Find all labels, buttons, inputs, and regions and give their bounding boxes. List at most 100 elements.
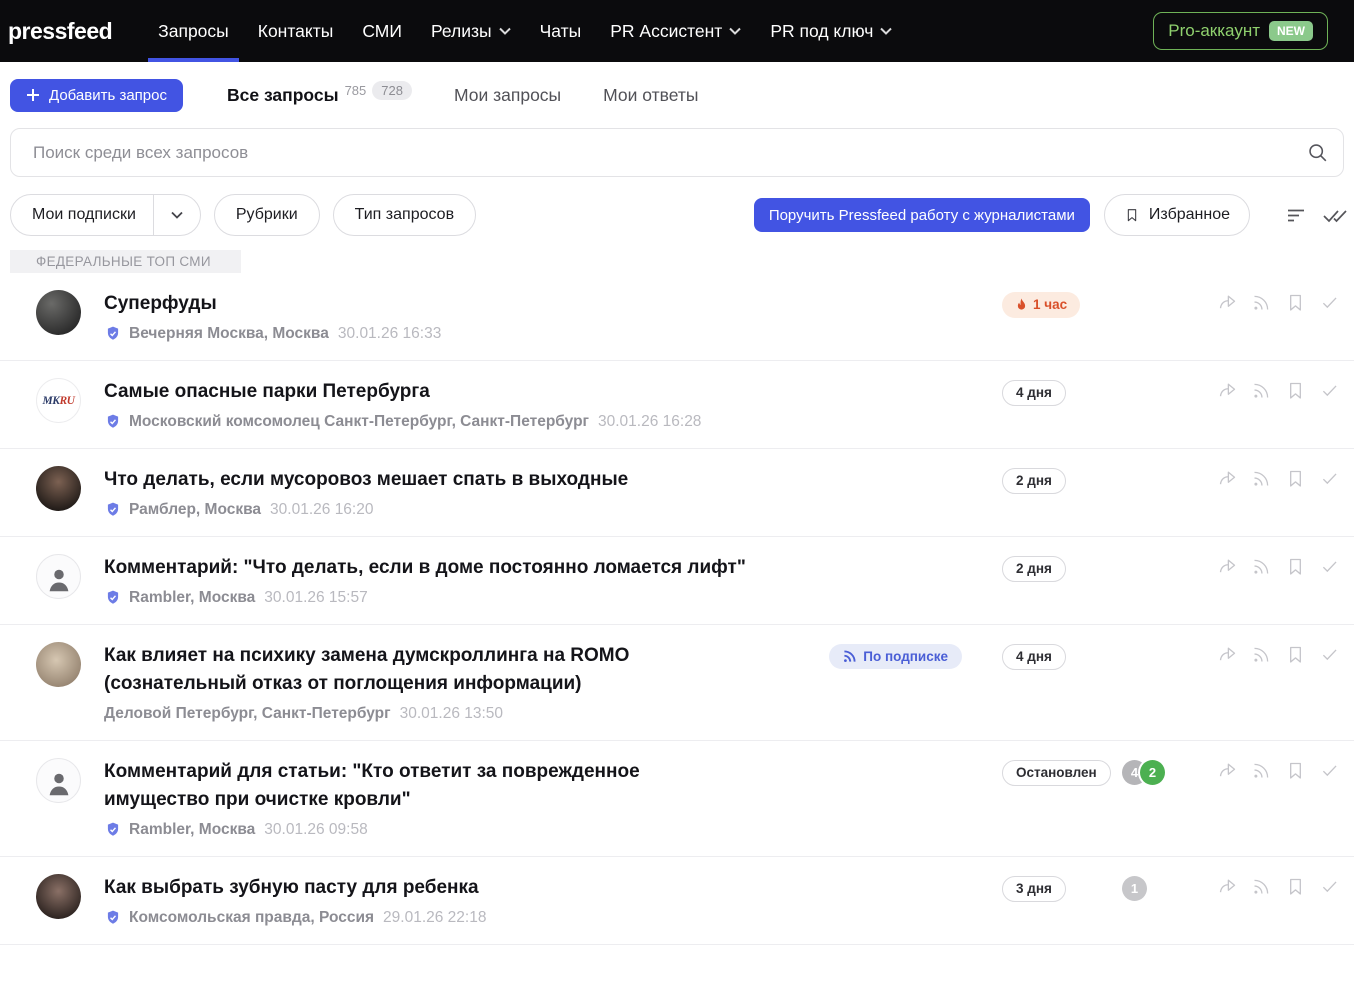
pressfeed-logo[interactable]: pressfeed [8,18,112,45]
request-row[interactable]: Как выбрать зубную пасту для ребенка Ком… [0,857,1354,945]
row-actions [1206,556,1340,577]
check-icon[interactable] [1319,644,1340,665]
request-title[interactable]: Что делать, если мусоровоз мешает спать … [104,466,1002,494]
add-request-button[interactable]: Добавить запрос [10,79,183,112]
request-title[interactable]: Комментарий для статьи: "Кто ответит за … [104,758,1002,814]
rss-subscribe-icon[interactable] [1251,292,1272,313]
row-actions [1206,468,1340,489]
check-icon[interactable] [1319,380,1340,401]
answers-counter: 1 [1122,876,1147,901]
top-nav: pressfeed Запросы Контакты СМИ Релизы Ча… [0,0,1354,62]
request-source: Рамблер, Москва [129,501,261,519]
favorites-button[interactable]: Избранное [1104,194,1250,236]
pro-account-button[interactable]: Pro-аккаунт NEW [1153,12,1328,50]
check-icon[interactable] [1319,556,1340,577]
nav-item-contacts[interactable]: Контакты [258,0,334,62]
request-title[interactable]: Как влияет на психику замена думскроллин… [104,642,829,698]
fire-icon [1015,298,1028,313]
bookmark-icon [1124,206,1140,224]
tab-all-requests[interactable]: Все запросы 785 728 [227,85,412,106]
request-source: Комсомольская правда, Россия [129,909,374,927]
share-icon[interactable] [1217,292,1238,313]
media-logo-avatar: MKRU [36,378,81,423]
request-row[interactable]: Комментарий: "Что делать, если в доме по… [0,537,1354,625]
share-icon[interactable] [1217,760,1238,781]
request-datetime: 30.01.26 16:28 [598,413,701,431]
rss-subscribe-icon[interactable] [1251,380,1272,401]
bookmark-icon[interactable] [1285,644,1306,665]
request-title[interactable]: Самые опасные парки Петербурга [104,378,1002,406]
tab-my-requests[interactable]: Мои запросы [454,85,561,106]
nav-item-releases[interactable]: Релизы [431,0,511,62]
row-actions [1206,644,1340,665]
time-left-badge: 2 дня [1002,556,1066,582]
search-input[interactable] [10,128,1344,177]
request-meta: Rambler, Москва 30.01.26 15:57 [104,589,1002,607]
request-title[interactable]: Как выбрать зубную пасту для ребенка [104,874,1002,902]
check-icon[interactable] [1319,292,1340,313]
delegate-to-pressfeed-button[interactable]: Поручить Pressfeed работу с журналистами [754,198,1090,232]
request-row[interactable]: MKRU Самые опасные парки Петербурга Моск… [0,361,1354,449]
request-meta: Rambler, Москва 30.01.26 09:58 [104,821,1002,839]
nav-item-smi[interactable]: СМИ [362,0,402,62]
request-datetime: 30.01.26 13:50 [400,705,503,723]
nav-item-pr-turnkey[interactable]: PR под ключ [770,0,892,62]
request-row[interactable]: Комментарий для статьи: "Кто ответит за … [0,741,1354,857]
bookmark-icon[interactable] [1285,876,1306,897]
time-left-badge: 3 дня [1002,876,1066,902]
bookmark-icon[interactable] [1285,292,1306,313]
new-badge: NEW [1269,21,1313,41]
rubrics-filter[interactable]: Рубрики [214,194,320,236]
request-meta: Московский комсомолец Санкт-Петербург, С… [104,413,1002,431]
request-title[interactable]: Комментарий: "Что делать, если в доме по… [104,554,1002,582]
bookmark-icon[interactable] [1285,468,1306,489]
bookmark-icon[interactable] [1285,556,1306,577]
all-requests-badge: 728 [372,81,412,100]
share-icon[interactable] [1217,556,1238,577]
share-icon[interactable] [1217,876,1238,897]
request-row[interactable]: Как влияет на психику замена думскроллин… [0,625,1354,741]
row-actions [1206,292,1340,313]
bookmark-icon[interactable] [1285,760,1306,781]
request-row[interactable]: Суперфуды Вечерняя Москва, Москва 30.01.… [0,273,1354,361]
tab-my-answers[interactable]: Мои ответы [603,85,698,106]
subscriptions-dropdown-toggle[interactable] [154,211,200,219]
nav-item-pr-assistant[interactable]: PR Ассистент [610,0,741,62]
share-icon[interactable] [1217,644,1238,665]
new-answers-counter: 2 [1140,760,1165,785]
rss-subscribe-icon[interactable] [1251,644,1272,665]
filters-row: Мои подписки Рубрики Тип запросов Поручи… [10,194,1354,236]
double-check-icon[interactable] [1322,202,1348,228]
request-type-filter[interactable]: Тип запросов [333,194,476,236]
nav-item-chats[interactable]: Чаты [540,0,582,62]
journalist-avatar [36,290,81,335]
rss-subscribe-icon[interactable] [1251,468,1272,489]
nav-item-requests[interactable]: Запросы [158,0,229,62]
share-icon[interactable] [1217,468,1238,489]
my-subscriptions-filter[interactable]: Мои подписки [10,194,201,236]
section-header-federal-top-smi: ФЕДЕРАЛЬНЫЕ ТОП СМИ [10,250,241,273]
request-title[interactable]: Суперфуды [104,290,1002,318]
request-source: Rambler, Москва [129,821,255,839]
search-icon[interactable] [1307,142,1328,163]
request-meta: Комсомольская правда, Россия 29.01.26 22… [104,909,1002,927]
request-meta: Вечерняя Москва, Москва 30.01.26 16:33 [104,325,1002,343]
time-left-badge: 4 дня [1002,380,1066,406]
request-row[interactable]: Что делать, если мусоровоз мешает спать … [0,449,1354,537]
plus-icon [26,88,40,102]
bookmark-icon[interactable] [1285,380,1306,401]
check-icon[interactable] [1319,468,1340,489]
status-badge: Остановлен [1002,760,1111,786]
sort-icon[interactable] [1284,203,1308,227]
check-icon[interactable] [1319,760,1340,781]
person-silhouette-icon [44,565,74,595]
verified-shield-icon [104,909,122,927]
rss-subscribe-icon[interactable] [1251,876,1272,897]
check-icon[interactable] [1319,876,1340,897]
share-icon[interactable] [1217,380,1238,401]
rss-subscribe-icon[interactable] [1251,760,1272,781]
request-meta: Деловой Петербург, Санкт-Петербург 30.01… [104,705,829,723]
request-datetime: 30.01.26 16:20 [270,501,373,519]
search-bar [10,128,1344,177]
rss-subscribe-icon[interactable] [1251,556,1272,577]
